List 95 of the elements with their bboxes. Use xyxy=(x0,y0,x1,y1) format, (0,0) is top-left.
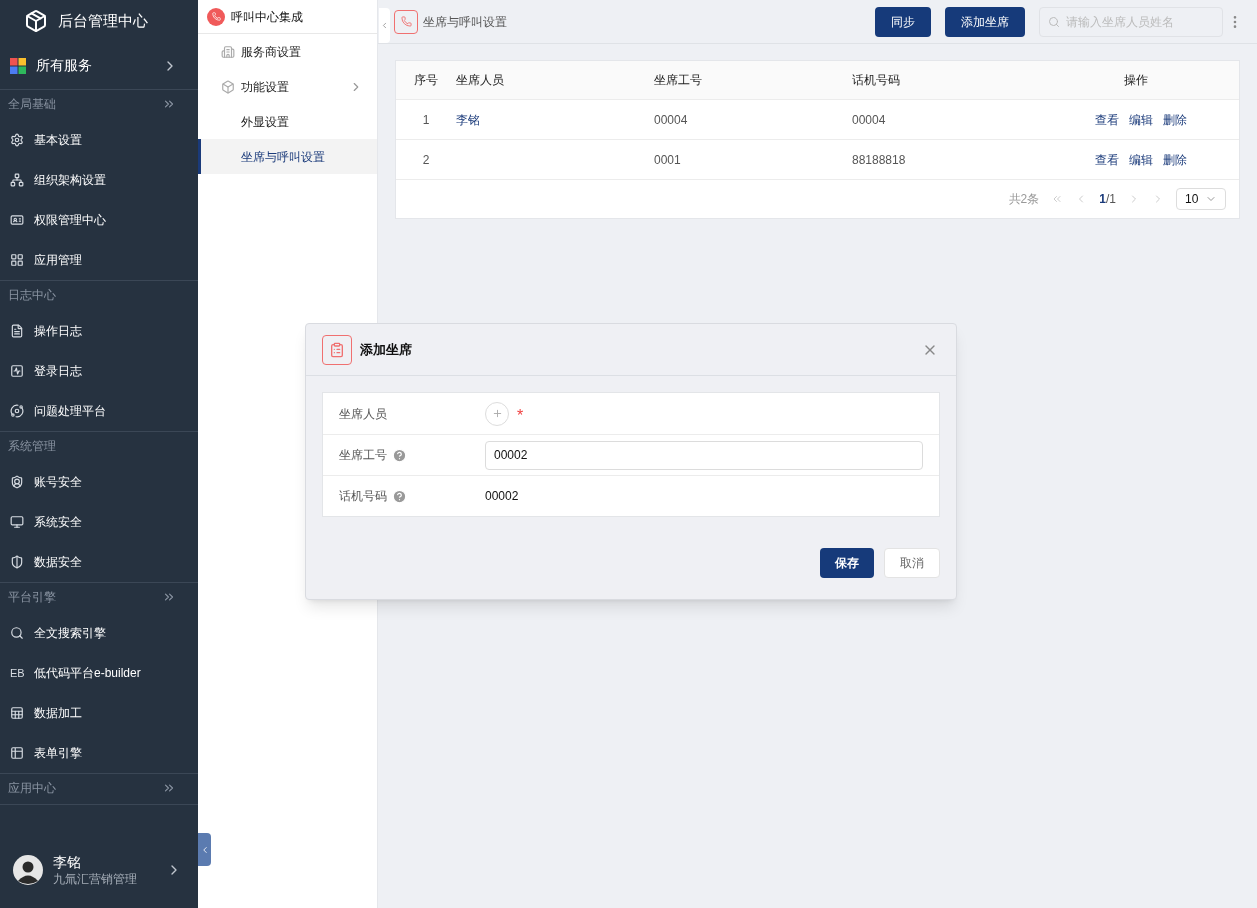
collapse-handle[interactable] xyxy=(198,833,211,866)
logo-icon xyxy=(24,9,48,33)
phone-icon xyxy=(207,7,225,26)
app-title: 后台管理中心 xyxy=(58,10,148,31)
nodes-icon xyxy=(10,173,24,187)
sidebar-item[interactable]: EB 低代码平台e-builder xyxy=(0,653,198,693)
field-value: 00002 xyxy=(485,488,519,505)
help-icon[interactable] xyxy=(392,488,407,504)
action-link[interactable]: 编辑 xyxy=(1128,150,1153,169)
toolbar-button[interactable]: 添加坐席 xyxy=(945,6,1025,37)
double-chevron-icon[interactable] xyxy=(162,97,176,111)
submenu-item[interactable]: 功能设置 xyxy=(198,69,377,104)
sidebar-item[interactable]: 问题处理平台 xyxy=(0,391,198,431)
field-label: 话机号码 xyxy=(339,488,387,505)
gear-icon xyxy=(10,133,24,147)
sidebar-item[interactable]: 登录日志 xyxy=(0,351,198,391)
shield-icon xyxy=(10,555,24,569)
submenu-item[interactable]: 外显设置 xyxy=(198,104,377,139)
action-link[interactable]: 查看 xyxy=(1094,150,1119,169)
breadcrumb: 坐席与呼叫设置 xyxy=(423,13,508,31)
search-icon xyxy=(10,626,24,640)
sidebar-item[interactable]: 数据安全 xyxy=(0,542,198,582)
sheet-icon xyxy=(10,706,24,720)
total-count: 共2条 xyxy=(1008,191,1040,208)
user-org: 九氚汇营销管理 xyxy=(53,871,138,887)
table-cell-text: 00004 xyxy=(654,111,689,129)
sidebar-item[interactable]: 账号安全 xyxy=(0,462,198,502)
table-cell-text: 0001 xyxy=(654,151,682,169)
sidebar-item[interactable]: 组织架构设置 xyxy=(0,160,198,200)
double-chevron-icon[interactable] xyxy=(162,781,176,795)
agent-link[interactable]: 李铭 xyxy=(456,112,480,127)
form-icon xyxy=(322,334,352,365)
table-icon xyxy=(10,746,24,760)
dialog-title: 添加坐席 xyxy=(360,340,413,359)
section-heading: 应用中心 xyxy=(8,780,57,797)
module-title: 呼叫中心集成 xyxy=(231,8,303,26)
table-cell-text: 1 xyxy=(421,111,431,129)
planet-icon xyxy=(10,404,24,418)
sidebar-item[interactable]: 全文搜索引擎 xyxy=(0,613,198,653)
sidebar-item[interactable]: 基本设置 xyxy=(0,120,198,160)
monitor-icon xyxy=(10,515,24,529)
submenu-item[interactable]: 坐席与呼叫设置 xyxy=(198,139,377,174)
cancel-button[interactable]: 取消 xyxy=(884,548,940,578)
tiles-icon xyxy=(10,57,26,74)
user-card[interactable]: 李铭 九氚汇营销管理 xyxy=(0,832,198,908)
action-link[interactable]: 查看 xyxy=(1094,110,1119,129)
section-heading: 系统管理 xyxy=(8,438,57,455)
first-page-icon[interactable] xyxy=(1051,193,1064,205)
document-icon xyxy=(10,324,24,338)
action-link[interactable]: 删除 xyxy=(1162,150,1187,169)
sidebar-item[interactable]: 应用管理 xyxy=(0,240,198,280)
chart-card-icon xyxy=(10,364,24,378)
table-cell-text: 88188818 xyxy=(852,151,907,169)
badge-icon: EB xyxy=(10,664,24,682)
section-heading: 平台引擎 xyxy=(8,589,57,606)
section-heading: 全局基础 xyxy=(8,96,57,113)
cube-icon xyxy=(221,79,235,94)
section-heading: 日志中心 xyxy=(8,287,57,304)
building-icon xyxy=(221,44,235,59)
plus-icon xyxy=(491,408,503,419)
grid-icon xyxy=(10,253,24,267)
column-header: 操作 xyxy=(1122,72,1149,89)
help-icon[interactable] xyxy=(392,447,407,463)
current-page: 1 xyxy=(1099,191,1106,208)
sidebar-item[interactable]: 系统安全 xyxy=(0,502,198,542)
sidebar-item[interactable]: 表单引擎 xyxy=(0,733,198,773)
chevron-left-icon xyxy=(380,21,389,30)
toolbar-button[interactable]: 同步 xyxy=(875,6,931,37)
all-services-item[interactable]: 所有服务 xyxy=(0,42,198,90)
column-header: 坐席工号 xyxy=(654,72,703,89)
column-header: 话机号码 xyxy=(852,72,901,89)
required-mark: * xyxy=(517,407,524,424)
column-header: 序号 xyxy=(413,72,439,89)
action-link[interactable]: 删除 xyxy=(1162,110,1187,129)
sidebar-item[interactable]: 操作日志 xyxy=(0,311,198,351)
input-field[interactable]: 00002 xyxy=(485,440,923,470)
action-link[interactable]: 编辑 xyxy=(1128,110,1153,129)
table-cell-text: 00004 xyxy=(852,111,887,129)
page-size-select[interactable]: 10 xyxy=(1176,188,1226,210)
search-icon xyxy=(1048,15,1060,28)
avatar-icon xyxy=(13,855,43,885)
submenu-item[interactable]: 服务商设置 xyxy=(198,34,377,69)
id-card-icon xyxy=(10,213,24,227)
phone-icon xyxy=(394,9,418,34)
save-button[interactable]: 保存 xyxy=(820,548,874,578)
sidebar-item[interactable]: 数据加工 xyxy=(0,693,198,733)
field-label: 坐席工号 xyxy=(339,447,387,464)
page-count: /1 xyxy=(1106,191,1116,208)
user-name: 李铭 xyxy=(53,853,82,871)
field-label: 坐席人员 xyxy=(339,405,387,423)
shield-user-icon xyxy=(10,475,24,489)
table-cell-text: 2 xyxy=(421,151,431,169)
sidebar-item[interactable]: 权限管理中心 xyxy=(0,200,198,240)
double-chevron-icon[interactable] xyxy=(162,590,176,604)
column-header: 坐席人员 xyxy=(456,72,505,89)
